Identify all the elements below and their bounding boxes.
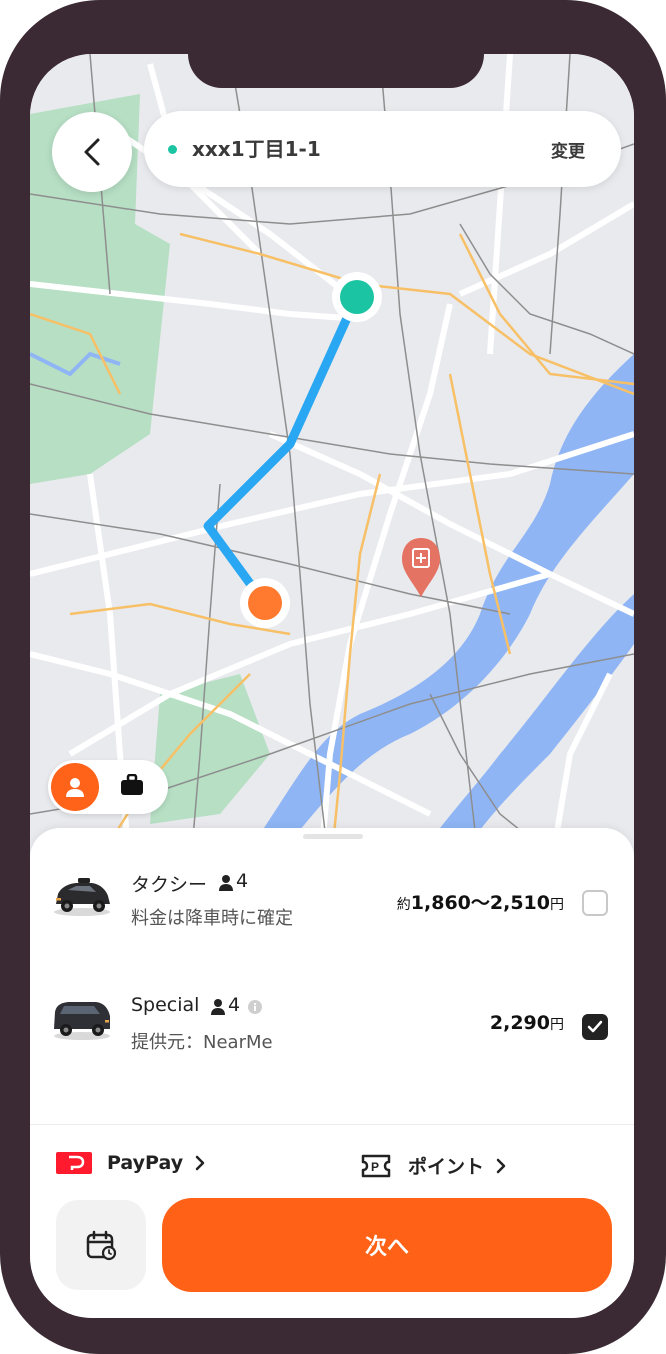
personal-mode-button[interactable] xyxy=(51,763,99,811)
ride-price: 2,290円 xyxy=(490,1012,564,1034)
back-button[interactable] xyxy=(52,112,132,192)
calendar-clock-icon xyxy=(86,1230,117,1261)
paypay-logo xyxy=(56,1152,92,1174)
payment-method-button[interactable]: PayPay xyxy=(56,1152,205,1174)
payment-method-label: PayPay xyxy=(107,1152,184,1174)
pickup-dot-icon xyxy=(168,145,177,154)
ride-options-sheet: タクシー 4 料金は降車時に確定 約1,860〜2,510円 Special 4… xyxy=(30,828,634,1318)
pickup-address-bar[interactable]: xxx1丁目1-1 変更 xyxy=(144,111,621,187)
sheet-handle[interactable] xyxy=(303,834,363,839)
ride-capacity: 4 xyxy=(228,994,241,1016)
chevron-left-icon xyxy=(84,138,100,166)
points-ticket-icon: P xyxy=(361,1154,391,1177)
ride-name: タクシー xyxy=(131,874,208,896)
ride-price: 約1,860〜2,510円 xyxy=(397,888,564,915)
ride-checkbox[interactable] xyxy=(582,890,608,916)
chevron-right-icon xyxy=(195,1155,205,1171)
points-button[interactable]: P ポイント xyxy=(360,1152,506,1179)
pickup-address: xxx1丁目1-1 xyxy=(192,137,321,161)
change-address-button[interactable]: 変更 xyxy=(551,137,585,162)
ride-option-special[interactable]: Special 4 提供元：NearMe 2,290円 xyxy=(30,982,634,1082)
ride-subtitle: 提供元：NearMe xyxy=(131,1032,273,1053)
app-screen: xxx1丁目1-1 変更 タクシー 4 料金は降車時に確定 約1,860〜2,5… xyxy=(30,54,634,1318)
ride-checkbox[interactable] xyxy=(582,1014,608,1040)
passenger-icon xyxy=(211,999,225,1015)
ride-name: Special xyxy=(131,994,200,1016)
price-currency: 円 xyxy=(550,897,564,913)
person-icon xyxy=(66,778,84,797)
passenger-icon xyxy=(219,875,233,891)
van-car-icon xyxy=(54,1002,110,1040)
ride-mode-toggle[interactable] xyxy=(48,760,168,814)
price-prefix: 約 xyxy=(396,897,411,913)
info-icon[interactable] xyxy=(248,1000,262,1014)
briefcase-icon[interactable] xyxy=(120,774,144,796)
price-value: 1,860〜2,510 xyxy=(410,892,550,914)
chevron-right-icon xyxy=(496,1158,506,1173)
price-currency: 円 xyxy=(550,1017,564,1033)
schedule-button[interactable] xyxy=(56,1200,146,1290)
device-notch xyxy=(188,54,484,88)
ride-capacity: 4 xyxy=(236,870,249,892)
price-value: 2,290 xyxy=(489,1012,550,1034)
divider xyxy=(30,1124,634,1125)
next-button[interactable]: 次へ xyxy=(162,1198,612,1292)
ride-subtitle: 料金は降車時に確定 xyxy=(131,908,293,929)
svg-text:P: P xyxy=(371,1160,379,1174)
taxi-car-icon xyxy=(54,878,110,916)
points-label: ポイント xyxy=(408,1156,485,1178)
check-icon xyxy=(587,1020,603,1033)
ride-option-taxi[interactable]: タクシー 4 料金は降車時に確定 約1,860〜2,510円 xyxy=(30,858,634,958)
